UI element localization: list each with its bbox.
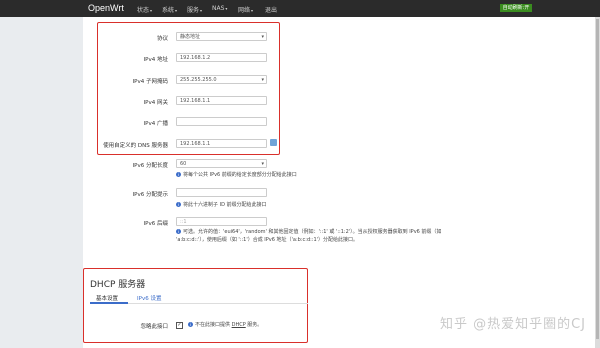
ipv6-suffix-label: IPv6 后缀 xyxy=(143,221,168,227)
ipv6-assign-hint-hint: i 将此十六进制子 ID 前缀分配给此接口 xyxy=(176,201,267,208)
ipv6-assign-length-hint: i 将每个公共 IPv6 前缀的给定长度部分分配给此接口 xyxy=(176,171,297,178)
hint-text: 将每个公共 IPv6 前缀的给定长度部分分配给此接口 xyxy=(183,172,297,178)
nav-status-label: 状态 xyxy=(137,7,150,14)
nav-nas-label: NAS xyxy=(212,5,225,12)
info-icon: i xyxy=(188,322,193,327)
top-navigation-bar: OpenWrt 状态▾ 系统▾ 服务▾ NAS▾ 网络▾ 退出 自动刷新:开 xyxy=(0,0,600,17)
chevron-down-icon: ▾ xyxy=(225,6,228,11)
ipv6-suffix-hint: i 可选。允许的值：'eui64'，'random' 和其他固定值（例如：'::1… xyxy=(176,228,446,244)
chevron-down-icon: ▾ xyxy=(200,8,203,13)
custom-dns-label: 使用自定义的 DNS 服务器 xyxy=(103,143,168,149)
nav-services[interactable]: 服务▾ xyxy=(187,5,202,14)
ignore-interface-label: 忽略此接口 xyxy=(140,324,168,330)
chevron-down-icon: ▾ xyxy=(150,8,153,13)
ipv6-assign-length-select[interactable]: 60 xyxy=(176,159,267,169)
ignore-interface-checkbox[interactable]: ✓ xyxy=(176,322,183,329)
tab-ipv6-settings[interactable]: IPv6 设置 xyxy=(137,294,161,302)
vertical-scrollbar[interactable] xyxy=(595,17,600,348)
chevron-down-icon: ▾ xyxy=(175,8,178,13)
hint-text-pre: 不在此接口提供 xyxy=(195,322,232,328)
info-icon-wrap: i xyxy=(176,229,183,235)
hint-text: 将此十六进制子 ID 前缀分配给此接口 xyxy=(183,202,267,208)
hint-text-line2: 'a:b:c:d::'），使用后缀（如 '::1'）合成 IPv6 地址（'a:… xyxy=(176,237,359,243)
ipv4-broadcast-input[interactable] xyxy=(176,117,267,126)
chevron-down-icon: ▾ xyxy=(251,8,254,13)
nav-system-label: 系统 xyxy=(162,7,175,14)
ipv6-assign-hint-input[interactable] xyxy=(176,188,267,197)
nav-network-label: 网络 xyxy=(238,7,251,14)
ignore-interface-hint: i 不在此接口提供 DHCP 服务。 xyxy=(188,321,262,328)
protocol-select[interactable]: 静态地址 xyxy=(176,32,267,42)
hint-text-line1: 可选。允许的值：'eui64'，'random' 和其他固定值（例如：'::1'… xyxy=(183,229,442,235)
tab-active-indicator xyxy=(90,302,128,304)
ipv6-assign-length-label: IPv6 分配长度 xyxy=(132,163,168,169)
dhcp-link[interactable]: DHCP xyxy=(232,322,246,328)
watermark-text: 知乎 @热爱知乎圈的CJ xyxy=(439,317,586,332)
info-icon: i xyxy=(176,172,181,177)
nav-system[interactable]: 系统▾ xyxy=(162,5,177,14)
tab-basic-settings[interactable]: 基本设置 xyxy=(96,294,118,302)
scrollbar-thumb[interactable] xyxy=(596,19,599,339)
ipv4-address-label: IPv4 地址 xyxy=(143,57,168,63)
auto-refresh-badge[interactable]: 自动刷新:开 xyxy=(500,4,532,12)
brand-logo[interactable]: OpenWrt xyxy=(88,3,124,13)
info-icon: i xyxy=(176,202,181,207)
dhcp-section-title: DHCP 服务器 xyxy=(90,280,146,290)
ipv6-assign-hint-label: IPv6 分配提示 xyxy=(132,192,168,198)
ipv4-gateway-input[interactable]: 192.168.1.1 xyxy=(176,96,267,105)
ipv6-suffix-input[interactable]: ::1 xyxy=(176,217,267,226)
custom-dns-input[interactable]: 192.168.1.1 xyxy=(176,139,267,148)
ipv4-netmask-label: IPv4 子网掩码 xyxy=(132,79,168,85)
protocol-label: 协议 xyxy=(156,36,168,42)
nav-logout[interactable]: 退出 xyxy=(265,5,277,14)
ipv4-netmask-select[interactable]: 255.255.255.0 xyxy=(176,75,267,85)
ipv4-broadcast-label: IPv4 广播 xyxy=(143,121,168,127)
add-dns-icon[interactable] xyxy=(270,139,277,146)
nav-network[interactable]: 网络▾ xyxy=(238,5,253,14)
nav-status[interactable]: 状态▾ xyxy=(137,5,152,14)
ipv4-gateway-label: IPv4 网关 xyxy=(143,100,168,106)
ipv4-address-input[interactable]: 192.168.1.2 xyxy=(176,53,267,62)
nav-services-label: 服务 xyxy=(187,7,200,14)
info-icon: i xyxy=(176,229,181,234)
nav-nas[interactable]: NAS▾ xyxy=(212,5,227,12)
hint-text-post: 服务。 xyxy=(245,322,263,328)
